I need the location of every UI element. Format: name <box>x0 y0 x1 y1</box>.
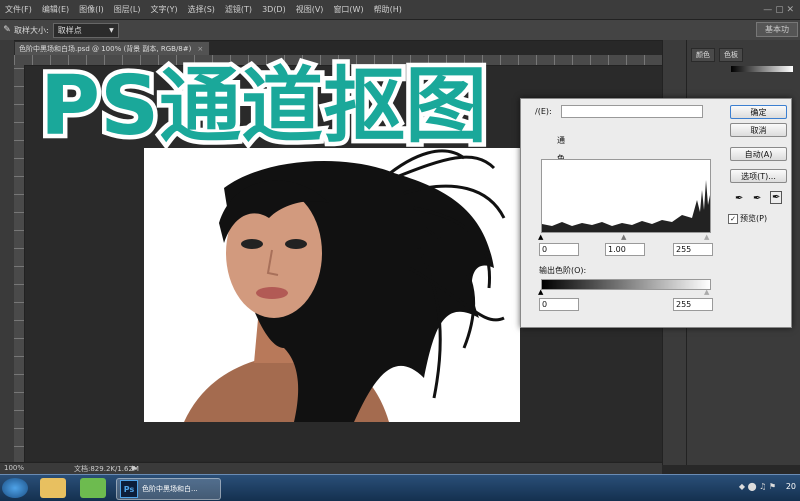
menu-select[interactable]: 选择(S) <box>183 4 220 15</box>
tools-panel <box>0 40 15 465</box>
input-white-field[interactable]: 255 <box>673 243 713 256</box>
auto-button[interactable]: 自动(A) <box>730 147 787 161</box>
output-black-value: 0 <box>542 300 548 309</box>
sample-size-label: 取样大小: <box>14 25 49 35</box>
workspace-switcher[interactable]: 基本功 <box>756 22 798 37</box>
menu-edit[interactable]: 编辑(E) <box>37 4 74 15</box>
output-white-field[interactable]: 255 <box>673 298 713 311</box>
tab-swatches[interactable]: 色板 <box>719 48 743 62</box>
menu-help[interactable]: 帮助(H) <box>369 4 407 15</box>
cancel-button[interactable]: 取消 <box>730 123 787 137</box>
white-point-handle[interactable]: ▲ <box>704 233 709 241</box>
output-levels-label: 输出色阶(O): <box>539 266 587 275</box>
status-arrow-icon[interactable]: ▶ <box>132 464 137 472</box>
auto-label: 自动(A) <box>744 149 773 159</box>
clock[interactable]: 20 <box>786 482 796 491</box>
photoshop-taskbar-item[interactable]: Ps 色阶中黑场和白... <box>116 478 221 500</box>
input-gamma-field[interactable]: 1.00 <box>605 243 645 256</box>
output-levels-slider[interactable]: ▲ ▲ <box>538 288 709 296</box>
start-button[interactable] <box>2 478 28 498</box>
menu-window[interactable]: 窗口(W) <box>328 4 368 15</box>
photoshop-task-label: 色阶中黑场和白... <box>142 485 198 493</box>
gray-eyedropper-icon[interactable]: ✒ <box>753 193 761 204</box>
woman-portrait-image <box>144 148 520 422</box>
app-icon-green[interactable] <box>80 478 106 498</box>
menu-type[interactable]: 文字(Y) <box>145 4 182 15</box>
options-button[interactable]: 选项(T)... <box>730 169 787 183</box>
doc-info: 文档:829.2K/1.62M <box>74 465 139 473</box>
white-eyedropper-icon[interactable]: ✒ <box>770 191 783 204</box>
channel-label: /(E): <box>535 107 552 116</box>
explorer-icon[interactable] <box>40 478 66 498</box>
preview-check-icon: ✓ <box>728 213 738 224</box>
levels-dialog: /(E): 通 色 ▲ ▲ ▲ 0 1.00 255 输出色阶(O): ▲ ▲ … <box>520 98 792 328</box>
channel-select[interactable] <box>561 105 703 118</box>
menu-file[interactable]: 文件(F) <box>0 4 37 15</box>
windows-taskbar: Ps 色阶中黑场和白... ◆ ⬤ ♫ ⚑ 20 <box>0 474 800 501</box>
partial-label-1: 通 <box>557 136 565 145</box>
gamma-handle[interactable]: ▲ <box>621 233 626 241</box>
tab-color[interactable]: 颜色 <box>691 48 715 62</box>
histogram <box>541 159 711 233</box>
output-white-value: 255 <box>676 300 692 309</box>
cancel-label: 取消 <box>750 125 767 135</box>
window-controls[interactable]: — ▢ ✕ <box>763 5 800 15</box>
menu-layer[interactable]: 图层(L) <box>109 4 146 15</box>
menu-image[interactable]: 图像(I) <box>74 4 109 15</box>
output-white-handle[interactable]: ▲ <box>704 288 709 296</box>
menu-view[interactable]: 视图(V) <box>291 4 329 15</box>
input-gamma-value: 1.00 <box>608 245 626 254</box>
workspace-label: 基本功 <box>765 25 789 34</box>
preview-label: 预览(P) <box>740 214 768 223</box>
menu-bar: 文件(F) 编辑(E) 图像(I) 图层(L) 文字(Y) 选择(S) 滤镜(T… <box>0 0 800 20</box>
eyedropper-tool-icon: ✎ <box>3 25 11 35</box>
input-white-value: 255 <box>676 245 692 254</box>
input-black-field[interactable]: 0 <box>539 243 579 256</box>
close-tab-icon[interactable]: × <box>197 45 203 53</box>
color-slider[interactable] <box>731 66 793 72</box>
chevron-down-icon: ▼ <box>109 26 114 34</box>
black-point-handle[interactable]: ▲ <box>538 233 543 241</box>
ok-button[interactable]: 确定 <box>730 105 787 119</box>
menu-3d[interactable]: 3D(D) <box>257 5 291 14</box>
menu-filter[interactable]: 滤镜(T) <box>220 4 257 15</box>
output-black-field[interactable]: 0 <box>539 298 579 311</box>
vertical-ruler <box>14 65 25 465</box>
options-label: 选项(T)... <box>741 171 776 181</box>
overlay-title-text: PS通道抠图 <box>40 59 487 154</box>
input-levels-slider[interactable]: ▲ ▲ ▲ <box>538 233 709 241</box>
portrait-photo <box>144 148 520 422</box>
output-black-handle[interactable]: ▲ <box>538 288 543 296</box>
sample-size-value: 取样点 <box>57 25 82 35</box>
tray-icons[interactable]: ◆ ⬤ ♫ ⚑ <box>739 482 776 491</box>
zoom-level[interactable]: 100% <box>4 464 24 472</box>
sample-size-select[interactable]: 取样点 ▼ <box>52 22 119 38</box>
ok-label: 确定 <box>750 107 767 117</box>
preview-checkbox[interactable]: ✓ 预览(P) <box>728 213 767 224</box>
photoshop-icon: Ps <box>120 480 138 498</box>
options-bar: ✎ 取样大小: 取样点 ▼ 基本功 <box>0 20 800 41</box>
document-title: 色阶中黑场和白场.psd @ 100% (背景 副本, RGB/8#) <box>19 44 192 53</box>
input-black-value: 0 <box>542 245 548 254</box>
black-eyedropper-icon[interactable]: ✒ <box>735 193 743 204</box>
